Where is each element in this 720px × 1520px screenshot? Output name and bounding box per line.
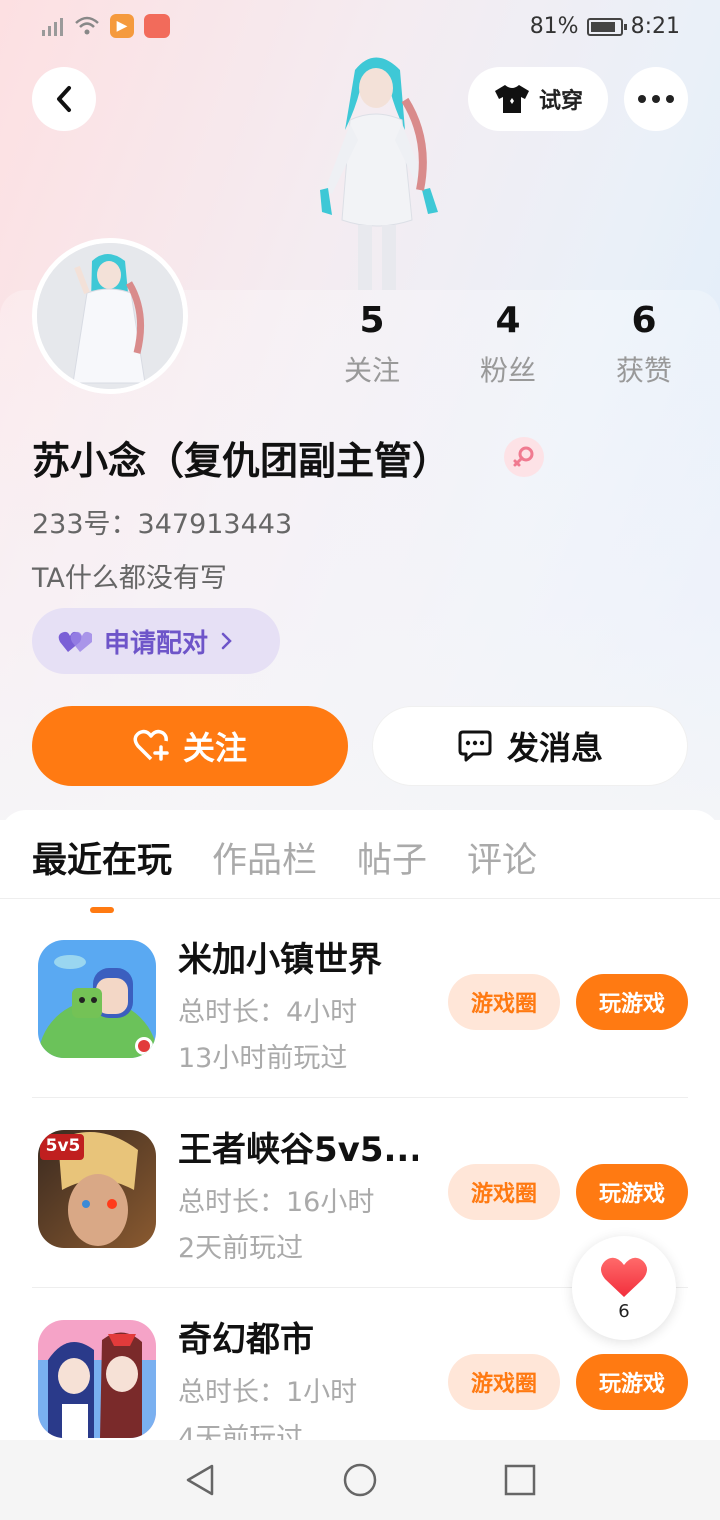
user-name: 苏小念（复仇团副主管） [32, 439, 451, 483]
video-app-icon: ▶ [110, 14, 134, 38]
user-bio: TA什么都没有写 [32, 563, 227, 594]
tshirt-icon [494, 85, 529, 113]
nav-back-icon[interactable] [182, 1462, 218, 1498]
heart-plus-icon [133, 729, 169, 761]
play-game-button[interactable]: 玩游戏 [576, 1354, 688, 1410]
game-icon-honor: 5v5 [38, 1130, 156, 1248]
apply-pair-label: 申请配对 [104, 628, 209, 659]
more-dots-icon [638, 95, 674, 103]
game-duration: 总时长：4小时 [178, 997, 358, 1028]
game-title: 米加小镇世界 [178, 940, 382, 980]
following-label: 关注 [343, 354, 400, 387]
game-circle-button[interactable]: 游戏圈 [448, 1354, 560, 1410]
female-icon [504, 437, 544, 477]
hearts-icon [58, 631, 92, 652]
chat-bubble-icon [458, 730, 492, 762]
game-icon-fantasy-city [38, 1320, 156, 1438]
tab-bar: 最近在玩 作品栏 帖子 评论 [32, 832, 537, 913]
game-icon-badge: 5v5 [45, 1136, 81, 1156]
followers-label: 粉丝 [479, 354, 536, 387]
nav-recents-icon[interactable] [502, 1462, 538, 1498]
likes-count: 6 [631, 300, 657, 341]
play-game-button[interactable]: 玩游戏 [576, 974, 688, 1030]
signal-icon [40, 14, 64, 38]
game-last-played: 2天前玩过 [178, 1233, 304, 1264]
game-title: 奇幻都市 [178, 1320, 314, 1360]
more-button[interactable] [624, 67, 688, 131]
game-circle-button[interactable]: 游戏圈 [448, 974, 560, 1030]
follow-label: 关注 [182, 729, 247, 767]
try-on-label: 试穿 [538, 89, 583, 114]
send-message-label: 发消息 [506, 729, 603, 767]
back-arrow-icon [57, 86, 71, 112]
tab-posts[interactable]: 帖子 [357, 832, 427, 883]
status-bar: ▶ 81% 8:21 [0, 0, 720, 56]
game-duration: 总时长：1小时 [178, 1377, 358, 1408]
play-game-button[interactable]: 玩游戏 [576, 1164, 688, 1220]
followers-count: 4 [495, 300, 521, 341]
user-id: 233号：347913443 [32, 509, 293, 540]
try-on-button[interactable]: 试穿 [468, 67, 608, 131]
tab-comments[interactable]: 评论 [467, 832, 537, 883]
game-duration: 总时长：16小时 [178, 1187, 375, 1218]
heart-icon [601, 1257, 647, 1297]
likes-label: 获赞 [615, 354, 672, 387]
tab-recent-play[interactable]: 最近在玩 [32, 832, 172, 913]
divider [0, 898, 720, 899]
following-count: 5 [359, 300, 385, 341]
mail-app-icon [144, 14, 170, 38]
back-button[interactable] [32, 67, 96, 131]
stat-following[interactable]: 5 关注 [317, 300, 427, 389]
avatar-3d-figure [320, 57, 438, 290]
follow-button[interactable]: 关注 [32, 706, 348, 786]
stat-likes[interactable]: 6 获赞 [589, 300, 699, 389]
game-title: 王者峡谷5v5... [178, 1130, 418, 1170]
floating-like-button[interactable]: 6 [572, 1236, 676, 1340]
system-nav-bar [0, 1440, 720, 1520]
like-count: 6 [618, 1300, 630, 1322]
wifi-icon [75, 16, 99, 35]
chevron-right-icon [221, 632, 232, 650]
tab-works[interactable]: 作品栏 [212, 832, 317, 883]
game-icon-miga [38, 940, 156, 1058]
send-message-button[interactable]: 发消息 [372, 706, 688, 786]
stat-followers[interactable]: 4 粉丝 [453, 300, 563, 389]
game-row[interactable]: 米加小镇世界 总时长：4小时 13小时前玩过 游戏圈 玩游戏 [32, 908, 688, 1098]
game-circle-button[interactable]: 游戏圈 [448, 1164, 560, 1220]
battery-icon [586, 17, 627, 36]
apply-pair-button[interactable]: 申请配对 [32, 608, 280, 674]
battery-percent: 81% [529, 14, 579, 39]
clock: 8:21 [630, 14, 680, 39]
avatar-figure-image [37, 243, 183, 389]
game-last-played: 13小时前玩过 [178, 1043, 348, 1074]
nav-home-icon[interactable] [342, 1462, 378, 1498]
avatar[interactable] [32, 238, 188, 394]
